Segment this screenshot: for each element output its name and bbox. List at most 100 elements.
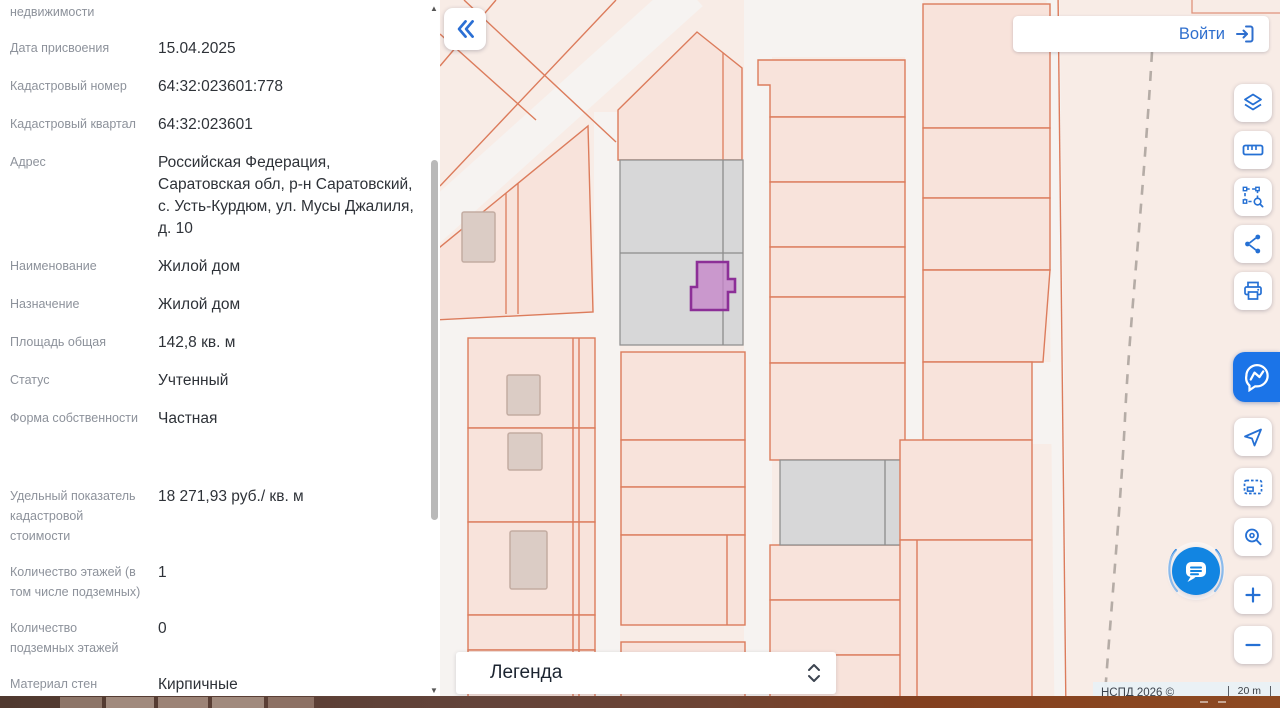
object-info-panel: недвижимости Дата присвоения15.04.2025 К… — [0, 0, 440, 708]
chat-button[interactable] — [1172, 547, 1220, 595]
scroll-down-icon[interactable]: ▼ — [427, 686, 441, 695]
field-row: АдресРоссийская Федерация, Саратовская о… — [10, 152, 418, 240]
field-value: 64:32:023601:778 — [142, 76, 283, 98]
field-value: Кирпичные — [142, 674, 238, 696]
field-value: 64:32:023601 — [142, 114, 253, 136]
field-label: Назначение — [10, 294, 142, 316]
share-icon — [1241, 232, 1265, 256]
map-assistant-icon — [1242, 362, 1272, 392]
strip-segment — [212, 697, 264, 708]
sort-chevrons-icon — [806, 662, 822, 684]
field-row: Форма собственностиЧастная — [10, 408, 418, 430]
cadastral-map-layer[interactable] — [440, 0, 1280, 708]
overview-map-button[interactable] — [1234, 468, 1272, 506]
plus-icon — [1242, 584, 1264, 606]
field-label: Площадь общая — [10, 332, 142, 354]
road-notch — [1028, 362, 1064, 444]
print-button[interactable] — [1234, 272, 1272, 310]
bottom-strip — [0, 696, 1280, 708]
building-footprint — [462, 212, 495, 262]
building-footprint — [510, 531, 547, 589]
locate-button[interactable] — [1234, 418, 1272, 456]
strip-segment — [106, 697, 154, 708]
strip-mark — [1218, 701, 1226, 703]
login-label: Войти — [1179, 25, 1225, 44]
double-chevron-left-icon — [452, 16, 478, 42]
field-row: НаименованиеЖилой дом — [10, 256, 418, 278]
minus-icon — [1242, 634, 1264, 656]
field-row: Кадастровый квартал64:32:023601 — [10, 114, 418, 136]
field-label: Материал стен — [10, 674, 142, 696]
field-row: Площадь общая142,8 кв. м — [10, 332, 418, 354]
search-marker-icon — [1241, 525, 1265, 549]
map-canvas[interactable]: циан 382774 — [440, 0, 1280, 708]
building-footprint — [508, 433, 542, 470]
chat-icon — [1182, 557, 1210, 585]
scroll-up-icon[interactable]: ▲ — [427, 4, 441, 13]
field-row: Количество этажей (в том числе подземных… — [10, 562, 418, 602]
selected-building-polygon[interactable] — [691, 262, 735, 310]
field-value: Частная — [142, 408, 217, 430]
road-top — [771, 0, 905, 57]
field-label: недвижимости — [10, 2, 142, 22]
layers-icon — [1241, 91, 1265, 115]
login-icon — [1234, 23, 1256, 45]
printer-icon — [1241, 279, 1265, 303]
field-label: Адрес — [10, 152, 142, 240]
field-row: НазначениеЖилой дом — [10, 294, 418, 316]
layers-button[interactable] — [1234, 84, 1272, 122]
field-value: Учтенный — [142, 370, 228, 392]
field-row: Дата присвоения15.04.2025 — [10, 38, 418, 60]
parcel-gray-a — [780, 460, 905, 545]
collapse-panel-button[interactable] — [444, 8, 486, 50]
field-value: 18 271,93 руб./ кв. м — [142, 486, 304, 546]
chat-widget — [1160, 535, 1232, 607]
area-search-button[interactable] — [1234, 178, 1272, 216]
field-value: 15.04.2025 — [142, 38, 236, 60]
app-screen: недвижимости Дата присвоения15.04.2025 К… — [0, 0, 1280, 708]
overview-frame-icon — [1241, 475, 1265, 499]
login-button[interactable]: Войти — [1013, 16, 1269, 52]
marker-search-button[interactable] — [1234, 518, 1272, 556]
field-label: Форма собственности — [10, 408, 142, 430]
zoom-out-button[interactable] — [1234, 626, 1272, 664]
navigation-arrow-icon — [1241, 425, 1265, 449]
field-value — [142, 2, 158, 22]
field-value: Жилой дом — [142, 294, 240, 316]
building-footprint — [507, 375, 540, 415]
field-value: Жилой дом — [142, 256, 240, 278]
field-label: Кадастровый квартал — [10, 114, 142, 136]
field-row: Количество подземных этажей0 — [10, 618, 418, 658]
assistant-tool-button-active[interactable] — [1233, 352, 1280, 402]
field-label: Наименование — [10, 256, 142, 278]
panel-scrollbar-thumb[interactable] — [431, 160, 438, 520]
field-value: Российская Федерация, Саратовская обл, р… — [142, 152, 418, 240]
field-value: 142,8 кв. м — [142, 332, 235, 354]
parcel-block-b — [900, 4, 1050, 708]
field-value: 1 — [142, 562, 167, 602]
parcel-gray-central — [620, 160, 743, 345]
legend-toggle-bar[interactable]: Легенда — [456, 652, 836, 694]
strip-segment — [60, 697, 102, 708]
field-label: Количество подземных этажей — [10, 618, 142, 658]
strip-mark — [1200, 701, 1208, 703]
field-row: Материал стенКирпичные — [10, 674, 418, 696]
parcel-block-a — [758, 60, 905, 708]
zoom-in-button[interactable] — [1234, 576, 1272, 614]
field-row: Удельный показатель кадастровой стоимост… — [10, 486, 418, 546]
field-row: СтатусУчтенный — [10, 370, 418, 392]
strip-segment — [158, 697, 208, 708]
field-label: Кадастровый номер — [10, 76, 142, 98]
legend-label: Легенда — [456, 662, 562, 684]
field-row: Кадастровый номер64:32:023601:778 — [10, 76, 418, 98]
strip-segment — [268, 697, 314, 708]
field-row: недвижимости — [10, 2, 418, 22]
field-label: Удельный показатель кадастровой стоимост… — [10, 486, 142, 546]
field-label: Статус — [10, 370, 142, 392]
field-label: Количество этажей (в том числе подземных… — [10, 562, 142, 602]
field-value: 0 — [142, 618, 167, 658]
measure-button[interactable] — [1234, 131, 1272, 169]
ruler-icon — [1241, 138, 1265, 162]
share-button[interactable] — [1234, 225, 1272, 263]
area-search-icon — [1241, 185, 1265, 209]
